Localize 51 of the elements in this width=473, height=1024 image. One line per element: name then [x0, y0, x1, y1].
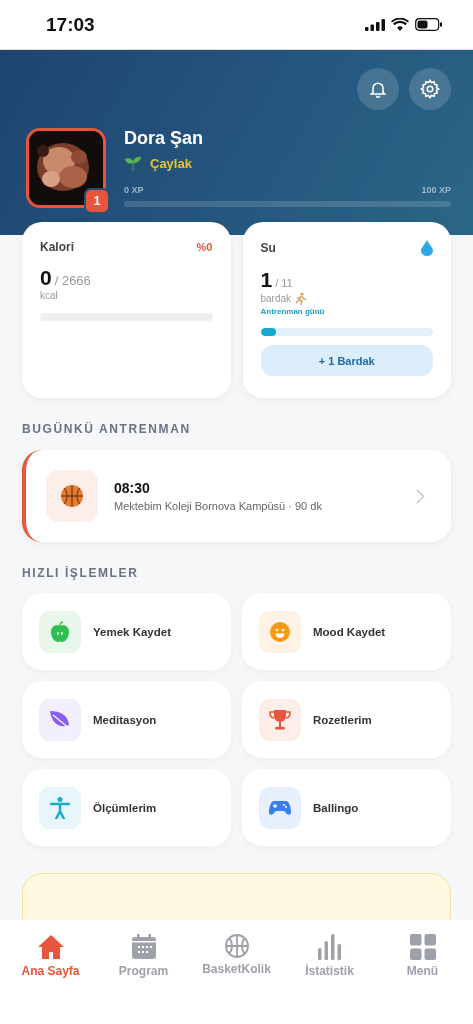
water-unit: bardak	[260, 293, 292, 304]
section-title: HIZLI İŞLEMLER	[21, 566, 140, 580]
quick-action[interactable]: Meditasyon	[22, 681, 231, 758]
card-title: Kalori	[40, 240, 74, 254]
user-name: Dora Şan	[124, 128, 205, 149]
quick-action[interactable]: Ölçümlerim	[22, 769, 231, 846]
tab[interactable]: Ana Sayfa	[5, 920, 96, 978]
quick-action[interactable]: Rozetlerim	[242, 681, 451, 758]
water-target: / 11	[275, 277, 293, 289]
trophy-icon	[269, 708, 291, 731]
card-title: Su	[260, 241, 276, 255]
wifi-icon	[391, 18, 409, 31]
training-day-note: Antrenman günü	[260, 307, 326, 316]
signal-icon	[365, 18, 385, 31]
basketball-icon	[224, 934, 249, 958]
training-card[interactable]: 08:30 Mektebim Koleji Bornova Kampüsü · 90 dk	[22, 450, 451, 542]
training-time: 08:30	[114, 480, 151, 496]
xp-max: 100 XP	[421, 185, 451, 195]
status-time: 17:03	[46, 13, 95, 36]
xp-min: 0 XP	[124, 185, 144, 195]
sprout-icon	[124, 155, 142, 171]
add-glass-button[interactable]: + 1 Bardak	[260, 345, 433, 376]
quick-action[interactable]: Ballingo	[242, 769, 451, 846]
water-drop-icon	[421, 240, 433, 256]
training-detail: Mektebim Koleji Bornova Kampüsü · 90 dk	[114, 500, 323, 512]
section-title: BUGÜNKÜ ANTRENMAN	[21, 422, 192, 436]
quick-action[interactable]: Mood Kaydet	[242, 593, 451, 670]
calendar-icon	[130, 934, 157, 960]
rank-label: Çaylak	[150, 155, 192, 171]
gear-icon	[419, 78, 441, 100]
home-icon	[36, 934, 65, 960]
person-icon	[50, 796, 70, 819]
smiley-icon	[270, 621, 290, 642]
chevron-right-icon	[416, 488, 425, 504]
quick-action[interactable]: Yemek Kaydet	[22, 593, 231, 670]
calorie-percent: %0	[196, 241, 213, 253]
calorie-target: / 2666	[54, 273, 91, 288]
calorie-unit: kcal	[40, 290, 59, 301]
leaf-icon	[49, 709, 71, 730]
calorie-value: 0	[40, 266, 52, 290]
basketball-icon	[60, 484, 84, 508]
water-value: 1	[260, 268, 273, 292]
gamepad-icon	[269, 799, 291, 816]
settings-button[interactable]	[409, 68, 451, 110]
level-badge: 1	[84, 188, 110, 214]
battery-icon	[415, 18, 443, 31]
bar-chart-icon	[317, 934, 342, 960]
notifications-button[interactable]	[357, 68, 399, 110]
grid-icon	[409, 934, 436, 960]
apple-icon	[50, 620, 70, 643]
runner-icon	[295, 292, 308, 305]
